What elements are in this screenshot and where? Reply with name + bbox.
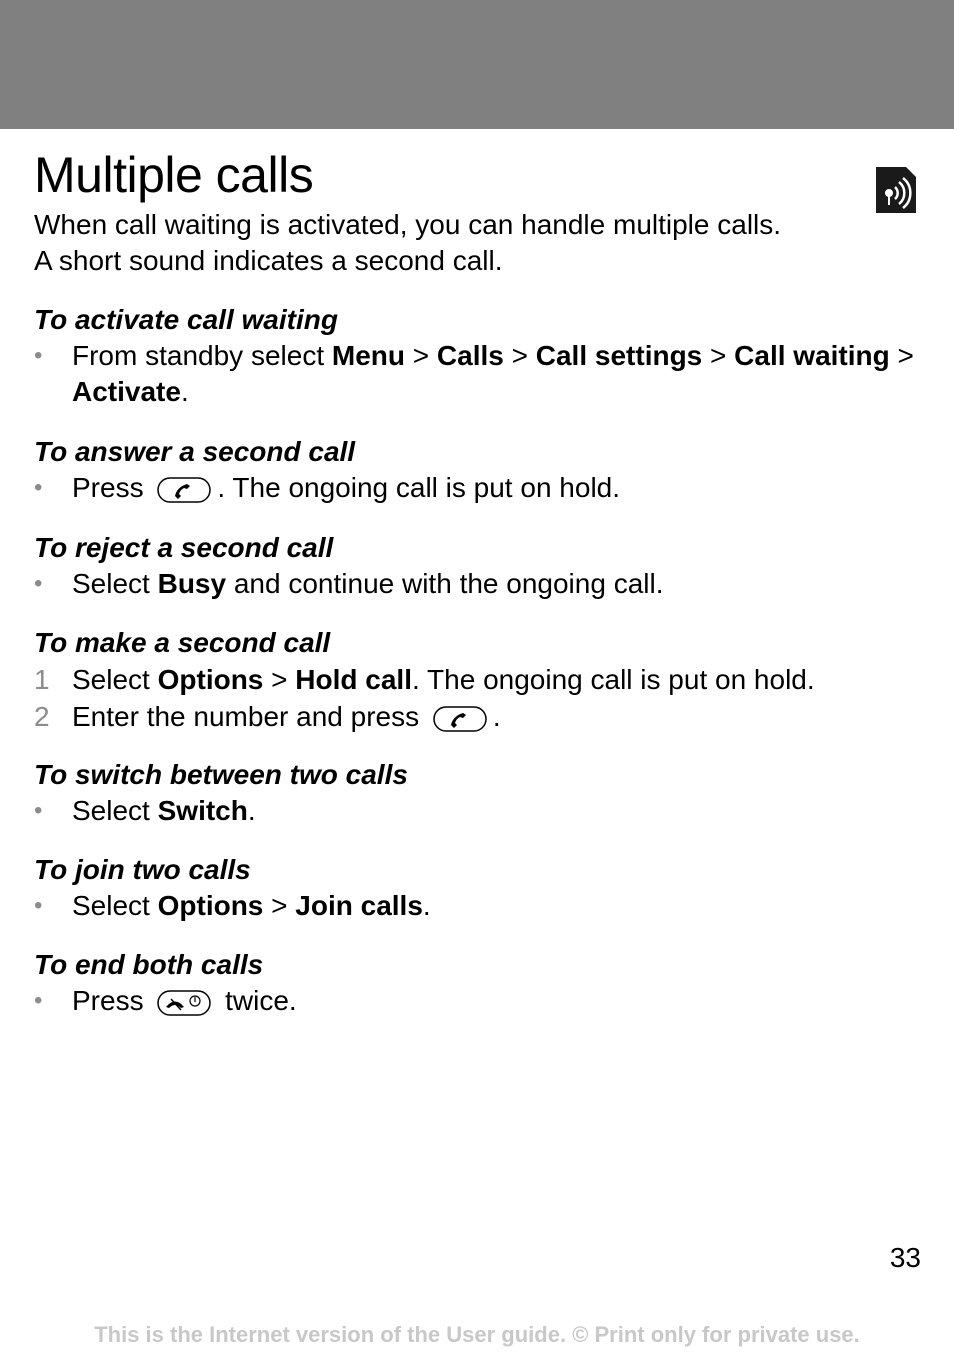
menu-path: Hold call bbox=[295, 664, 412, 695]
menu-path: Menu bbox=[331, 340, 405, 371]
intro-line: When call waiting is activated, you can … bbox=[34, 209, 782, 240]
bullet: • bbox=[34, 570, 43, 597]
list-item: • Press twice. bbox=[34, 983, 924, 1019]
network-service-icon bbox=[876, 167, 916, 213]
section-heading: To end both calls bbox=[34, 949, 264, 980]
step-number: 2 bbox=[34, 701, 50, 732]
menu-path: Call settings bbox=[535, 340, 703, 371]
section-activate-call-waiting: To activate call waiting • From standby … bbox=[34, 302, 924, 410]
header-bar bbox=[0, 0, 954, 129]
menu-path: Activate bbox=[72, 376, 181, 407]
end-call-key-icon bbox=[157, 989, 212, 1016]
section-heading: To reject a second call bbox=[34, 532, 334, 563]
intro-line: A short sound indicates a second call. bbox=[34, 245, 503, 276]
menu-path: Call waiting bbox=[734, 340, 890, 371]
intro-text: When call waiting is activated, you can … bbox=[34, 207, 781, 279]
call-key-icon bbox=[433, 705, 487, 732]
section-join-calls: To join two calls • Select Options > Joi… bbox=[34, 852, 924, 924]
menu-option: Busy bbox=[157, 568, 227, 599]
bullet: • bbox=[34, 474, 43, 501]
menu-option: Switch bbox=[157, 795, 248, 826]
step-number: 1 bbox=[34, 664, 50, 695]
section-heading: To answer a second call bbox=[34, 436, 356, 467]
section-heading: To make a second call bbox=[34, 627, 331, 658]
list-item: • Press . The ongoing call is put on hol… bbox=[34, 470, 924, 506]
bullet: • bbox=[34, 797, 43, 824]
section-heading: To join two calls bbox=[34, 854, 251, 885]
menu-path: Options bbox=[157, 664, 264, 695]
section-heading: To activate call waiting bbox=[34, 304, 338, 335]
list-item: • Select Busy and continue with the ongo… bbox=[34, 566, 924, 602]
call-key-icon bbox=[157, 476, 212, 503]
bullet: • bbox=[34, 342, 43, 369]
bullet: • bbox=[34, 892, 43, 919]
list-item: • Select Switch. bbox=[34, 793, 924, 829]
menu-path: Options bbox=[157, 890, 264, 921]
section-heading: To switch between two calls bbox=[34, 759, 408, 790]
page-number: 33 bbox=[889, 1242, 921, 1273]
section-make-second-call: To make a second call 1 Select Options >… bbox=[34, 625, 924, 735]
list-item: • Select Options > Join calls. bbox=[34, 888, 924, 924]
menu-path: Join calls bbox=[295, 890, 423, 921]
list-item: • From standby select Menu > Calls > Cal… bbox=[34, 340, 914, 407]
section-switch-calls: To switch between two calls • Select Swi… bbox=[34, 757, 924, 829]
section-answer-second-call: To answer a second call • Press . The on… bbox=[34, 434, 924, 506]
page-title: Multiple calls bbox=[34, 147, 314, 203]
menu-path: Calls bbox=[436, 340, 504, 371]
footer-notice: This is the Internet version of the User… bbox=[94, 1322, 860, 1347]
list-item: 1 Select Options > Hold call. The ongoin… bbox=[34, 662, 924, 698]
section-end-both-calls: To end both calls • Press twice. bbox=[34, 947, 924, 1019]
bullet: • bbox=[34, 987, 43, 1014]
section-reject-second-call: To reject a second call • Select Busy an… bbox=[34, 530, 924, 602]
list-item: 2 Enter the number and press . bbox=[34, 699, 924, 735]
